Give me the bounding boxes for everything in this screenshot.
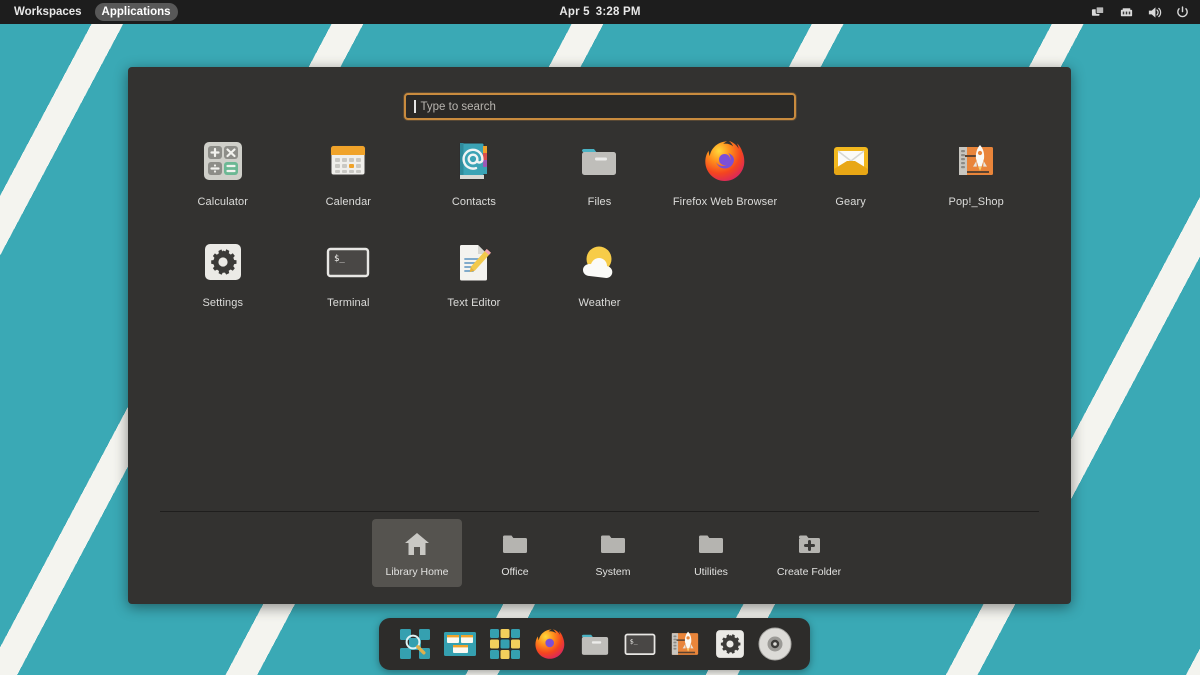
app-contacts[interactable]: Contacts (411, 133, 537, 212)
dock-files[interactable] (577, 626, 613, 662)
search-container: Type to search (404, 93, 796, 120)
text-editor-icon (450, 238, 498, 286)
pop-shop-rocket-icon (952, 137, 1000, 185)
settings-gear-icon (713, 627, 747, 661)
terminal-icon: $_ (324, 238, 372, 286)
dock-settings[interactable] (712, 626, 748, 662)
dock-search-launcher[interactable] (397, 626, 433, 662)
clock-time: 3:28 PM (595, 6, 641, 18)
svg-text:$_: $_ (629, 637, 637, 645)
settings-gear-icon (199, 238, 247, 286)
folder-utilities[interactable]: Utilities (666, 519, 756, 587)
geary-mail-icon (827, 137, 875, 185)
app-files[interactable]: Files (537, 133, 663, 212)
folder-label: Create Folder (776, 566, 842, 578)
application-launcher-panel: Type to search Calculator Calendar Conta… (128, 67, 1071, 604)
firefox-icon (533, 627, 567, 661)
clock[interactable]: Apr 5 3:28 PM (0, 6, 1200, 18)
dock-disc[interactable] (757, 626, 793, 662)
folder-office[interactable]: Office (470, 519, 560, 587)
app-calendar[interactable]: Calendar (286, 133, 412, 212)
disc-icon (758, 627, 792, 661)
app-label: Terminal (327, 297, 370, 309)
display-windows-icon[interactable] (1091, 5, 1106, 20)
app-label: Calculator (197, 196, 249, 208)
files-folder-icon (575, 137, 623, 185)
firefox-icon (701, 137, 749, 185)
app-label: Weather (578, 297, 621, 309)
power-icon[interactable] (1175, 5, 1190, 20)
application-grid: Calculator Calendar Contacts Files Firef… (160, 133, 1039, 313)
top-panel-left: Workspaces Applications (0, 3, 178, 21)
folder-icon (499, 528, 531, 560)
dock-terminal[interactable]: $_ (622, 626, 658, 662)
pop-shop-rocket-icon (668, 627, 702, 661)
folder-create-folder[interactable]: Create Folder (764, 519, 854, 587)
app-label: Contacts (451, 196, 497, 208)
system-tray (1091, 5, 1200, 20)
section-divider (160, 511, 1039, 512)
workspaces-button[interactable]: Workspaces (7, 3, 89, 21)
dock-app-grid[interactable] (487, 626, 523, 662)
folder-system[interactable]: System (568, 519, 658, 587)
app-label: Calendar (325, 196, 372, 208)
folder-label: Office (501, 566, 529, 578)
app-label: Settings (202, 297, 244, 309)
app-grid-icon (488, 627, 522, 661)
files-folder-icon (578, 627, 612, 661)
clock-date: Apr 5 (559, 6, 590, 18)
calendar-icon (324, 137, 372, 185)
terminal-icon: $_ (623, 628, 657, 660)
folder-label: System (595, 566, 631, 578)
app-firefox[interactable]: Firefox Web Browser (662, 133, 788, 212)
folder-icon (695, 528, 727, 560)
weather-sun-cloud-icon (575, 238, 623, 286)
dock-workspaces[interactable] (442, 626, 478, 662)
dock-firefox[interactable] (532, 626, 568, 662)
search-input[interactable]: Type to search (404, 93, 796, 120)
folder-icon (597, 528, 629, 560)
app-settings[interactable]: Settings (160, 234, 286, 313)
app-weather[interactable]: Weather (537, 234, 663, 313)
folder-plus-icon (793, 528, 825, 560)
app-text-editor[interactable]: Text Editor (411, 234, 537, 313)
search-launcher-icon (398, 627, 432, 661)
top-panel: Workspaces Applications Apr 5 3:28 PM (0, 0, 1200, 24)
dock: $_ (379, 618, 810, 670)
app-label: Geary (835, 196, 866, 208)
contacts-icon (450, 137, 498, 185)
home-icon (401, 528, 433, 560)
folder-label: Library Home (385, 566, 449, 578)
folder-label: Utilities (694, 566, 728, 578)
calculator-icon (199, 137, 247, 185)
svg-text:$_: $_ (334, 254, 345, 264)
app-geary[interactable]: Geary (788, 133, 914, 212)
network-wired-icon[interactable] (1119, 5, 1134, 20)
app-label: Files (587, 196, 612, 208)
app-calculator[interactable]: Calculator (160, 133, 286, 212)
app-pop-shop[interactable]: Pop!_Shop (913, 133, 1039, 212)
workspaces-icon (443, 627, 477, 661)
volume-icon[interactable] (1147, 5, 1162, 20)
app-terminal[interactable]: $_ Terminal (286, 234, 412, 313)
text-caret (414, 100, 416, 113)
search-placeholder: Type to search (420, 100, 496, 113)
app-label: Text Editor (447, 297, 501, 309)
dock-pop-shop[interactable] (667, 626, 703, 662)
folder-library-home[interactable]: Library Home (372, 519, 462, 587)
app-label: Firefox Web Browser (672, 196, 778, 208)
applications-button[interactable]: Applications (94, 3, 178, 21)
category-folder-row: Library Home Office System Utilities Cre… (372, 519, 854, 587)
app-label: Pop!_Shop (948, 196, 1004, 208)
